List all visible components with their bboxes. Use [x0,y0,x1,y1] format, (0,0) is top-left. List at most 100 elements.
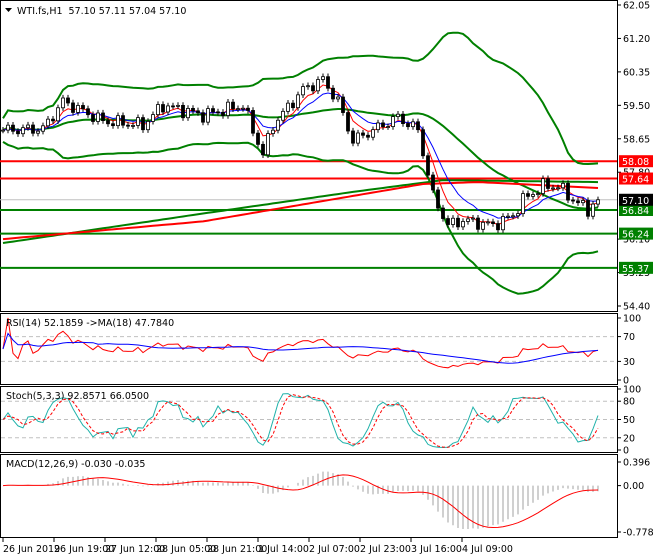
candle-body [296,94,300,109]
candle-body [166,105,170,113]
chart-canvas[interactable]: 62.0561.2060.3559.5058.6557.8056.1055.25… [0,0,660,560]
candle-body [276,119,280,131]
candle-body [546,178,550,189]
candle-body [136,117,140,126]
chart-title: WTI.fs,H1 57.10 57.11 57.04 57.10 [17,6,186,17]
candle-body [176,104,180,107]
candle-body [511,215,515,218]
candle-body [376,122,380,131]
stoch-tick-label: 50 [623,415,635,426]
candle-body [216,111,220,114]
candle-body [451,217,455,225]
candle-body [221,111,225,116]
price-tick-label: 58.65 [623,134,650,145]
candle-body [371,129,375,138]
candle-body [151,114,155,122]
rsi-tick-label: 100 [623,314,641,325]
candle-body [71,102,75,113]
candle-body [226,101,230,116]
candle-body [91,114,95,122]
candle-body [556,187,560,190]
candle-body [446,218,450,225]
candle-body [241,107,245,110]
time-label: 2 Jul 07:00 [309,544,360,555]
candle-body [391,116,395,127]
stoch-tick-label: 100 [623,385,641,396]
candle-body [336,96,340,100]
candle-body [466,218,470,222]
stoch-tick-label: 80 [623,397,635,408]
candle-body [506,215,510,218]
price-tick-label: 59.50 [623,101,650,112]
time-label: 4 Jul 09:00 [462,544,513,555]
price-tick-label: 62.05 [623,1,650,12]
candle-body [496,223,500,231]
candle-body [331,87,335,100]
price-tick-label: 61.20 [623,34,650,45]
candle-body [56,107,60,122]
candle-body [401,113,405,125]
candle-body [201,112,205,123]
candle-body [291,102,295,109]
candle-body [366,134,370,138]
candle-body [411,121,415,128]
candle-body [406,123,410,128]
candle-body [121,115,125,126]
candle-body [206,108,210,123]
level-price-label: 55.37 [622,264,649,275]
candle-body [126,124,130,127]
candle-body [326,76,330,89]
candle-body [431,174,435,191]
macd-tick-label: 0.396 [623,458,650,469]
candle-body [551,187,555,190]
candle-body [16,130,20,135]
candle-body [311,85,315,92]
candle-body [261,143,265,156]
time-label: 2 Jul 23:00 [360,544,411,555]
candle-body [381,122,385,128]
rsi-tick-label: 70 [623,332,635,343]
candle-body [191,108,195,112]
candle-body [561,182,565,189]
macd-tick-label: 0.00 [623,481,644,492]
candle-body [66,97,70,104]
candle-body [171,105,175,108]
candle-body [361,132,365,136]
candle-body [146,120,150,131]
candle-body [31,124,35,134]
stoch-tick-label: 0 [623,446,629,457]
time-label: 26 Jun 2019 [3,544,60,555]
candle-body [46,118,50,127]
candle-body [421,129,425,157]
candle-body [531,194,535,197]
candle-body [231,101,235,110]
candle-body [581,200,585,204]
candle-body [11,124,15,132]
candle-body [81,105,85,110]
time-label: 1 Jul 14:00 [258,544,309,555]
price-tick-label: 54.40 [623,302,650,313]
candle-body [51,118,55,122]
candle-body [131,125,135,127]
price-tick-label: 60.35 [623,67,650,78]
candle-body [356,132,360,144]
candle-body [86,108,90,116]
candle-body [101,112,105,122]
candle-body [36,130,40,134]
candle-body [196,110,200,114]
level-price-label: 56.84 [622,206,649,217]
rsi-label: RSI(14) 52.1859 ->MA(18) 47.7840 [6,318,174,329]
candle-body [571,199,575,202]
candle-body [491,221,495,224]
candle-body [61,97,65,109]
candle-body [256,132,260,145]
candle-body [346,112,350,132]
candle-body [516,213,520,217]
candle-body [161,104,165,113]
candle-body [1,129,5,132]
candle-body [386,126,390,128]
macd-tick-label: -0.778 [623,528,654,539]
candle-body [41,125,45,132]
candle-body [76,105,80,113]
candle-body [181,104,185,119]
